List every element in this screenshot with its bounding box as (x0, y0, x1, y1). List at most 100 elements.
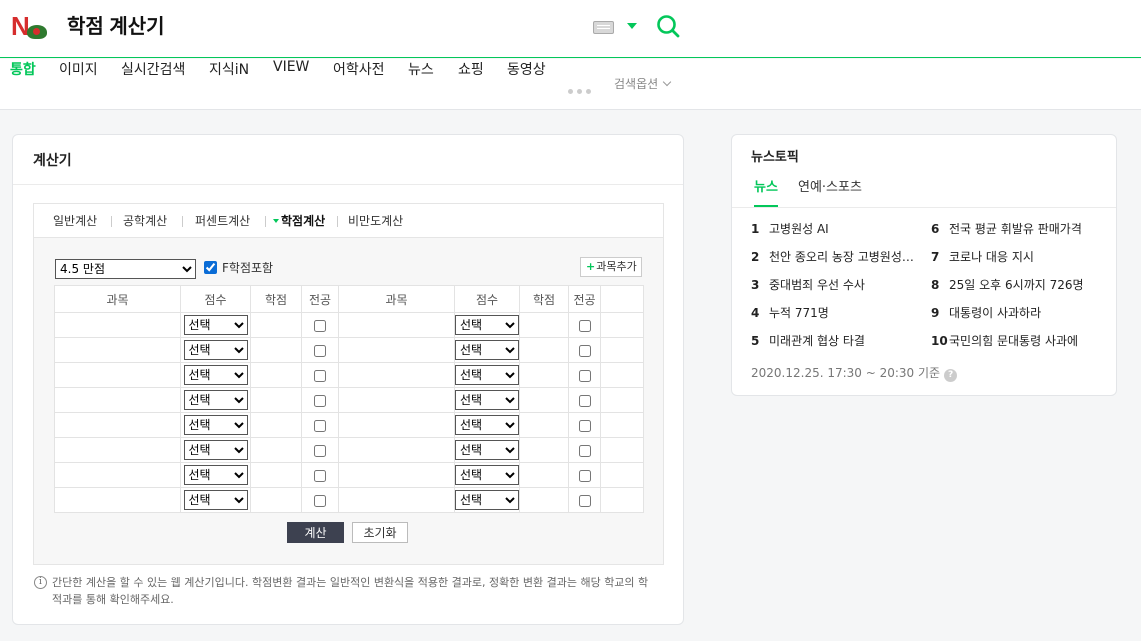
major-checkbox[interactable] (578, 369, 591, 382)
score-select[interactable]: 선택 (455, 315, 519, 335)
score-select[interactable]: 선택 (183, 315, 248, 335)
credit-cell[interactable] (250, 412, 302, 438)
news-item[interactable]: 10국민의힘 문대통령 사과에 (931, 332, 1091, 350)
credit-cell[interactable] (250, 312, 302, 338)
credit-cell[interactable] (519, 337, 569, 363)
score-select[interactable]: 선택 (455, 340, 519, 360)
news-item[interactable]: 8 25일 오후 6시까지 726명 (931, 276, 1091, 294)
subject-cell[interactable] (54, 362, 181, 388)
grade-scale-select[interactable]: 4.5 만점 (55, 259, 196, 279)
search-options-button[interactable]: 검색옵션 (614, 59, 672, 109)
credit-cell[interactable] (250, 362, 302, 388)
major-checkbox[interactable] (314, 319, 326, 332)
score-select[interactable]: 선택 (455, 365, 519, 385)
nav-tab-kin[interactable]: 지식iN (209, 59, 249, 109)
news-item[interactable]: 9 대통령이 사과하라 (931, 304, 1091, 322)
major-checkbox[interactable] (314, 394, 326, 407)
nav-tab-all[interactable]: 통합 (10, 59, 36, 109)
tab-scientific-calc[interactable]: 공학계산 (123, 204, 167, 238)
tab-percent-calc[interactable]: 퍼센트계산 (195, 204, 250, 238)
credit-cell[interactable] (519, 362, 569, 388)
search-icon[interactable] (656, 14, 680, 38)
credit-cell[interactable] (519, 412, 569, 438)
news-item[interactable]: 5 미래관계 협상 타결 (751, 332, 916, 350)
score-select[interactable]: 선택 (183, 390, 248, 410)
nav-tab-news[interactable]: 뉴스 (408, 59, 434, 109)
score-select[interactable]: 선택 (455, 490, 519, 510)
tab-general-calc[interactable]: 일반계산 (53, 204, 97, 238)
naver-logo[interactable]: N (11, 11, 47, 41)
calculate-button[interactable]: 계산 (287, 522, 344, 543)
major-checkbox[interactable] (578, 319, 591, 332)
subject-cell[interactable] (338, 437, 455, 463)
subject-cell[interactable] (338, 412, 455, 438)
news-item[interactable]: 2 천안 종오리 농장 고병원성 AI 확진 (751, 248, 916, 266)
credit-cell[interactable] (250, 487, 302, 513)
credit-cell[interactable] (250, 337, 302, 363)
score-select[interactable]: 선택 (183, 465, 248, 485)
more-tabs-icon[interactable] (568, 83, 595, 98)
chevron-down-icon[interactable] (627, 23, 637, 29)
reset-button[interactable]: 초기화 (352, 522, 408, 543)
news-item[interactable]: 7 코로나 대응 지시 (931, 248, 1091, 266)
major-checkbox[interactable] (314, 494, 326, 507)
news-tab-news[interactable]: 뉴스 (754, 178, 778, 207)
major-checkbox[interactable] (314, 444, 326, 457)
subject-cell[interactable] (338, 462, 455, 488)
nav-tab-video[interactable]: 동영상 (507, 59, 546, 109)
credit-cell[interactable] (519, 387, 569, 413)
subject-cell[interactable] (54, 437, 181, 463)
subject-cell[interactable] (54, 312, 181, 338)
subject-cell[interactable] (54, 462, 181, 488)
score-select[interactable]: 선택 (183, 340, 248, 360)
credit-cell[interactable] (250, 387, 302, 413)
keyboard-icon[interactable] (593, 21, 614, 34)
credit-cell[interactable] (519, 487, 569, 513)
score-select[interactable]: 선택 (183, 415, 248, 435)
score-select[interactable]: 선택 (183, 490, 248, 510)
news-item[interactable]: 4 누적 771명 (751, 304, 916, 322)
nav-tab-images[interactable]: 이미지 (59, 59, 98, 109)
subject-cell[interactable] (338, 387, 455, 413)
score-select[interactable]: 선택 (455, 440, 519, 460)
score-select[interactable]: 선택 (183, 440, 248, 460)
news-item[interactable]: 1 고병원성 AI (751, 220, 916, 238)
subject-cell[interactable] (338, 312, 455, 338)
major-checkbox[interactable] (578, 394, 591, 407)
credit-cell[interactable] (250, 437, 302, 463)
nav-tab-shopping[interactable]: 쇼핑 (458, 59, 484, 109)
score-select[interactable]: 선택 (455, 415, 519, 435)
subject-cell[interactable] (54, 487, 181, 513)
add-subject-button[interactable]: +과목추가 (580, 257, 642, 277)
major-checkbox[interactable] (314, 469, 326, 482)
major-checkbox[interactable] (578, 344, 591, 357)
score-select[interactable]: 선택 (455, 390, 519, 410)
major-checkbox[interactable] (314, 369, 326, 382)
score-select[interactable]: 선택 (455, 465, 519, 485)
subject-cell[interactable] (338, 487, 455, 513)
score-select[interactable]: 선택 (183, 365, 248, 385)
include-f-checkbox[interactable] (204, 261, 217, 274)
nav-tab-realtime[interactable]: 실시간검색 (121, 59, 185, 109)
help-icon[interactable]: ? (944, 369, 958, 382)
credit-cell[interactable] (250, 462, 302, 488)
major-checkbox[interactable] (578, 469, 591, 482)
credit-cell[interactable] (519, 312, 569, 338)
nav-tab-dictionary[interactable]: 어학사전 (333, 59, 385, 109)
tab-grade-calc[interactable]: 학점계산 (281, 204, 325, 238)
credit-cell[interactable] (519, 437, 569, 463)
major-checkbox[interactable] (578, 419, 591, 432)
tab-bmi-calc[interactable]: 비만도계산 (348, 204, 403, 238)
subject-cell[interactable] (338, 337, 455, 363)
news-item[interactable]: 6 전국 평균 휘발유 판매가격 (931, 220, 1091, 238)
subject-cell[interactable] (54, 412, 181, 438)
subject-cell[interactable] (54, 387, 181, 413)
nav-tab-view[interactable]: VIEW (273, 59, 309, 109)
major-checkbox[interactable] (578, 494, 591, 507)
search-query[interactable]: 학점 계산기 (67, 12, 165, 42)
news-item[interactable]: 3 중대범죄 우선 수사 (751, 276, 916, 294)
major-checkbox[interactable] (314, 419, 326, 432)
news-tab-entertainment[interactable]: 연예·스포츠 (798, 178, 862, 208)
major-checkbox[interactable] (578, 444, 591, 457)
major-checkbox[interactable] (314, 344, 326, 357)
